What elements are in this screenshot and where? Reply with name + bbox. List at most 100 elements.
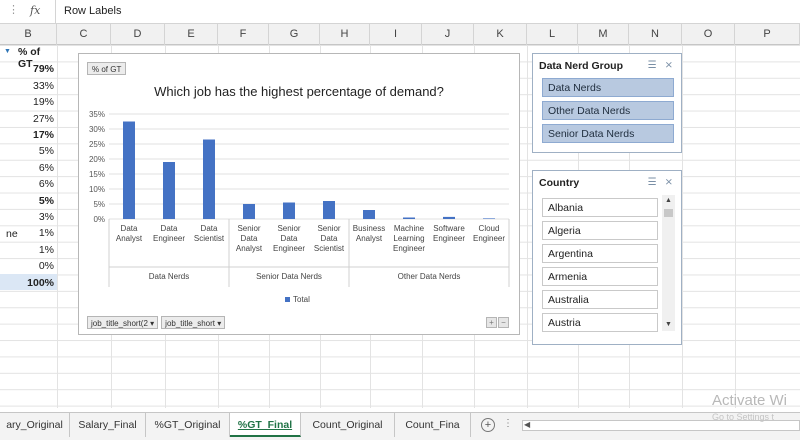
row-label-partial: ne: [6, 228, 18, 240]
bar[interactable]: [283, 202, 295, 220]
pivot-value-cell[interactable]: 6%: [0, 162, 57, 174]
chart-title: Which job has the highest percentage of …: [154, 84, 444, 99]
bar[interactable]: [443, 216, 455, 219]
column-header-J[interactable]: J: [422, 24, 474, 45]
column-header-O[interactable]: O: [682, 24, 735, 45]
activation-watermark: Activate Wi: [712, 392, 788, 409]
clear-filter-icon[interactable]: ⨯: [665, 60, 673, 71]
slicer-title: Country: [539, 177, 580, 189]
category-label: Data: [241, 234, 258, 243]
bar[interactable]: [363, 210, 375, 219]
column-header-I[interactable]: I: [370, 24, 422, 45]
slicer-data-nerd-group: Data Nerd Group ☰ ⨯ Data Nerds Other Data …: [532, 53, 682, 153]
pivot-value-cell[interactable]: 33%: [0, 80, 57, 92]
category-label: Engineer: [393, 244, 425, 253]
sheet-tab[interactable]: %GT_Original: [146, 413, 230, 437]
multi-select-icon[interactable]: ☰: [648, 60, 657, 71]
bar[interactable]: [243, 204, 255, 219]
slicer-item[interactable]: Albania: [542, 198, 658, 217]
column-header-C[interactable]: C: [57, 24, 111, 45]
category-label: Machine: [394, 224, 425, 233]
category-label: Senior: [277, 224, 300, 233]
bar[interactable]: [483, 218, 495, 219]
multi-select-icon[interactable]: ☰: [648, 177, 657, 188]
category-label: Business: [353, 224, 385, 233]
sheet-tab[interactable]: ary_Original: [0, 413, 70, 437]
pivot-value-cell[interactable]: 19%: [0, 96, 57, 108]
slicer-item[interactable]: Australia: [542, 290, 658, 309]
slicer-item[interactable]: Data Nerds: [542, 78, 674, 97]
scroll-down-icon[interactable]: ▼: [662, 319, 675, 331]
sheet-tab[interactable]: Count_Original: [301, 413, 395, 437]
slicer-item[interactable]: Armenia: [542, 267, 658, 286]
column-header-B[interactable]: B: [0, 24, 57, 45]
expand-field-button[interactable]: +: [486, 317, 497, 328]
scroll-up-icon[interactable]: ▲: [662, 195, 675, 207]
slicer-country: Country ☰ ⨯ Albania Algeria Argentina Armeni…: [532, 170, 682, 345]
category-label: Data: [201, 224, 218, 233]
pivot-value-cell[interactable]: 1%: [0, 244, 57, 256]
column-header-D[interactable]: D: [111, 24, 165, 45]
bar[interactable]: [203, 139, 215, 220]
column-header-P[interactable]: P: [735, 24, 800, 45]
value-field-button[interactable]: % of GT: [87, 62, 127, 75]
group-label: Senior Data Nerds: [256, 272, 322, 281]
column-header-H[interactable]: H: [320, 24, 370, 45]
group-label: Other Data Nerds: [398, 272, 461, 281]
collapse-field-button[interactable]: −: [498, 317, 509, 328]
column-header-E[interactable]: E: [165, 24, 218, 45]
name-box-area[interactable]: ⋮ fx: [0, 0, 56, 23]
sheet-tab[interactable]: Salary_Final: [70, 413, 146, 437]
sheet-tab[interactable]: %GT_Final: [230, 413, 301, 437]
category-label: Data: [161, 224, 178, 233]
slicer-scrollbar[interactable]: ▲ ▼: [662, 195, 675, 331]
pivot-value-cell[interactable]: 100%: [0, 277, 57, 289]
grid-vline: [735, 45, 736, 408]
column-header-M[interactable]: M: [578, 24, 629, 45]
pivot-value-cell[interactable]: 79%: [0, 63, 57, 75]
column-header-G[interactable]: G: [269, 24, 320, 45]
pivot-chart[interactable]: % of GT Which job has the highest percen…: [78, 53, 520, 335]
chart-plot: 0%5%10%15%20%25%30%35%DataAnalystDataEng…: [89, 110, 510, 304]
category-label: Engineer: [433, 234, 465, 243]
bar[interactable]: [163, 162, 175, 219]
insert-function-icon[interactable]: fx: [30, 4, 40, 17]
pivot-value-cell[interactable]: 6%: [0, 178, 57, 190]
pivot-value-cell[interactable]: 5%: [0, 195, 57, 207]
pivot-value-cell[interactable]: 17%: [0, 129, 57, 141]
clear-filter-icon[interactable]: ⨯: [665, 177, 673, 188]
expand-collapse-buttons: + −: [485, 316, 509, 328]
more-tabs-icon[interactable]: ⋮: [503, 418, 513, 429]
y-tick-label: 35%: [89, 110, 105, 119]
scroll-thumb[interactable]: [664, 209, 673, 217]
pivot-header-cell[interactable]: ▼ % of GT: [0, 46, 57, 70]
axis-field-button[interactable]: job_title_short(2 ▾: [87, 316, 159, 329]
add-sheet-icon[interactable]: +: [481, 418, 495, 432]
column-header-N[interactable]: N: [629, 24, 682, 45]
bar[interactable]: [323, 201, 335, 219]
bar[interactable]: [123, 121, 135, 220]
scroll-left-icon[interactable]: ◀: [524, 420, 530, 429]
axis-field-buttons: job_title_short(2 ▾ job_title_short ▾: [87, 316, 228, 329]
slicer-item[interactable]: Argentina: [542, 244, 658, 263]
axis-field-button[interactable]: job_title_short ▾: [161, 316, 226, 329]
filter-dropdown-icon[interactable]: ▼: [4, 48, 11, 55]
pivot-value-cell[interactable]: 5%: [0, 145, 57, 157]
formula-input[interactable]: Row Labels: [64, 5, 121, 17]
column-header-F[interactable]: F: [218, 24, 269, 45]
category-label: Engineer: [153, 234, 185, 243]
category-label: Analyst: [356, 234, 383, 243]
legend-label: Total: [293, 295, 310, 304]
slicer-item[interactable]: Algeria: [542, 221, 658, 240]
pivot-value-cell[interactable]: 3%: [0, 211, 57, 223]
slicer-item[interactable]: Senior Data Nerds: [542, 124, 674, 143]
slicer-item[interactable]: Austria: [542, 313, 658, 332]
bar[interactable]: [403, 217, 415, 220]
category-label: Scientist: [314, 244, 345, 253]
column-header-K[interactable]: K: [474, 24, 527, 45]
slicer-item[interactable]: Other Data Nerds: [542, 101, 674, 120]
pivot-value-cell[interactable]: 27%: [0, 113, 57, 125]
pivot-value-cell[interactable]: 0%: [0, 260, 57, 272]
sheet-tab[interactable]: Count_Fina: [395, 413, 471, 437]
column-header-L[interactable]: L: [527, 24, 578, 45]
